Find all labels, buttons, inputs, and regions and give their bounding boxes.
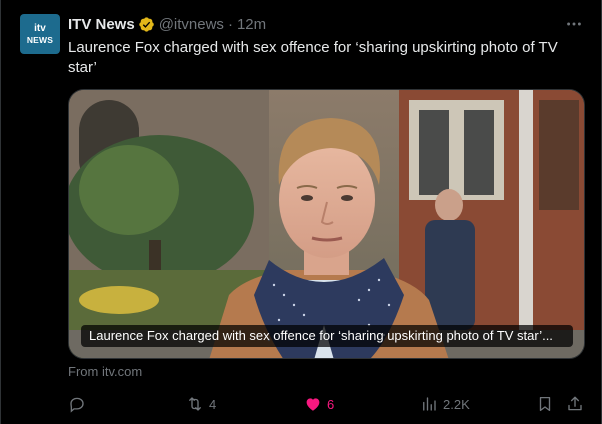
separator-dot: ·: [227, 15, 233, 33]
heart-icon: [306, 398, 320, 411]
display-name[interactable]: ITV News: [68, 16, 135, 33]
views-icon: [423, 397, 436, 411]
tweet-header: ITV News @itvnews · 12m: [68, 14, 266, 34]
retweet-count: 4: [209, 396, 217, 412]
tweet-text: Laurence Fox charged with sex offence fo…: [68, 39, 558, 76]
views-count: 2.2K: [443, 396, 470, 412]
news-photo: [69, 90, 584, 358]
reply-button[interactable]: [68, 392, 91, 416]
verified-badge-icon[interactable]: [138, 16, 155, 33]
bookmark-icon: [539, 396, 551, 412]
views-button[interactable]: 2.2K: [420, 392, 470, 416]
user-handle[interactable]: @itvnews: [159, 16, 224, 33]
action-bar: 4 6 2.2K: [68, 392, 588, 416]
link-source[interactable]: From itv.com: [68, 364, 142, 379]
avatar-logo-line1: itv: [34, 22, 46, 34]
more-options-icon[interactable]: [564, 14, 584, 34]
link-card-media[interactable]: Laurence Fox charged with sex offence fo…: [68, 89, 585, 359]
like-button[interactable]: 6: [304, 392, 334, 416]
bookmark-button[interactable]: [536, 392, 554, 416]
retweet-button[interactable]: 4: [186, 392, 216, 416]
like-count: 6: [327, 396, 335, 412]
retweet-icon: [189, 397, 201, 411]
share-button[interactable]: [566, 392, 584, 416]
avatar[interactable]: itv NEWS: [20, 14, 60, 54]
share-icon: [568, 396, 582, 411]
avatar-logo-line2: NEWS: [26, 34, 54, 45]
reply-icon: [70, 397, 84, 413]
media-caption: Laurence Fox charged with sex offence fo…: [81, 325, 573, 347]
timestamp[interactable]: 12m: [237, 16, 266, 33]
